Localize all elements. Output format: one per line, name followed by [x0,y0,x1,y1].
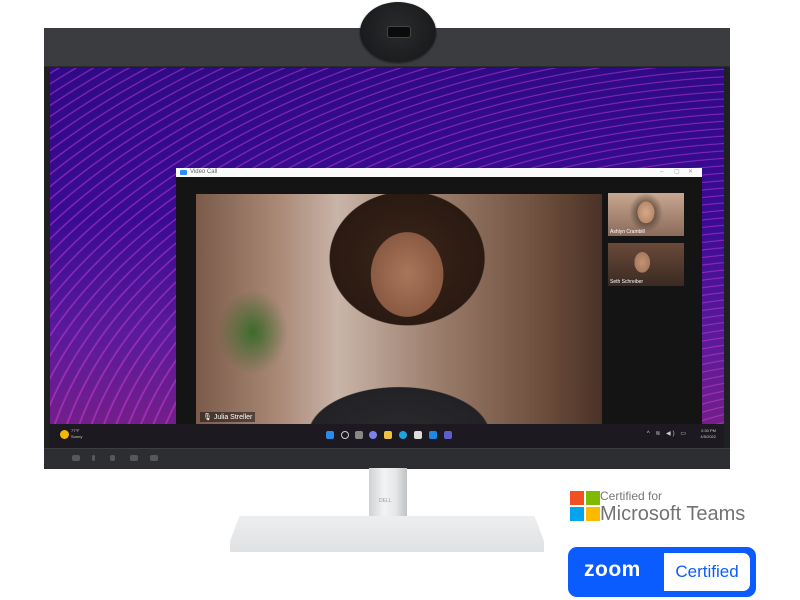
video-call-window: Video Call – ▢ ✕ 🎙 Julia Streller Ashlyn… [176,168,702,448]
monitor-button[interactable] [110,455,115,461]
monitor-chin [44,448,730,469]
zoom-certified-badge: zoom Certified [568,547,756,597]
monitor-button[interactable] [150,455,158,461]
outlook-icon[interactable] [429,431,437,439]
microsoft-logo-icon [570,491,600,521]
thumbnail-name: Seth Schreiber [610,279,644,285]
start-menu-icon[interactable] [326,431,334,439]
weather-temp: 77°F [71,428,80,433]
weather-condition: Sunny [71,434,83,439]
webcam-lens [387,26,411,38]
teams-icon[interactable] [444,431,452,439]
maximize-button[interactable]: ▢ [674,168,680,177]
window-title: Video Call [190,169,218,175]
ms-logo-yellow-square [586,507,600,521]
clock-time: 2:30 PM [701,428,716,433]
monitor-button[interactable] [130,455,138,461]
clock-date: 4/5/2022 [700,434,716,439]
chat-app-icon[interactable] [369,431,377,439]
minimize-button[interactable]: – [660,168,663,177]
ms-logo-blue-square [570,507,584,521]
system-tray[interactable]: ^ ≋ ◀) ▭ [647,430,688,437]
ms-logo-green-square [586,491,600,505]
taskbar-clock[interactable]: 2:30 PM 4/5/2022 [700,428,716,440]
windows-taskbar: 77°F Sunny ^ ≋ ◀) ▭ 2:30 PM 4/5/2022 [50,424,724,448]
webcam [360,2,436,62]
close-button[interactable]: ✕ [688,168,693,177]
weather-widget[interactable]: 77°F Sunny [71,428,82,440]
ms-logo-red-square [570,491,584,505]
teams-cert-line2: Microsoft Teams [600,503,746,525]
participant-name-label: 🎙 Julia Streller [200,412,256,422]
mic-icon: 🎙 [203,414,212,421]
window-title-bar: Video Call – ▢ ✕ [176,168,702,177]
edge-browser-icon[interactable] [399,431,407,439]
monitor-power-button[interactable] [72,455,80,461]
store-icon[interactable] [414,431,422,439]
monitor-button[interactable] [92,455,95,461]
monitor-stand-neck: DELL [369,468,407,524]
participant-thumbnail[interactable]: Ashlyn Crambill [608,193,684,236]
zoom-logo: zoom [584,558,641,581]
zoom-certified-label: Certified [664,553,750,591]
weather-sun-icon[interactable] [60,430,69,439]
main-video-feed: 🎙 Julia Streller [196,194,602,424]
teams-cert-line1: Certified for [600,489,663,503]
task-view-icon[interactable] [355,431,363,439]
monitor-screen: Video Call – ▢ ✕ 🎙 Julia Streller Ashlyn… [50,68,724,448]
app-camera-icon [180,170,187,175]
thumbnail-name: Ashlyn Crambill [610,229,645,235]
search-icon[interactable] [341,431,349,439]
monitor-stand-base [230,516,544,552]
main-participant-name: Julia Streller [213,414,253,421]
dell-logo: DELL [379,498,392,504]
file-explorer-icon[interactable] [384,431,392,439]
participant-thumbnail[interactable]: Seth Schreiber [608,243,684,286]
